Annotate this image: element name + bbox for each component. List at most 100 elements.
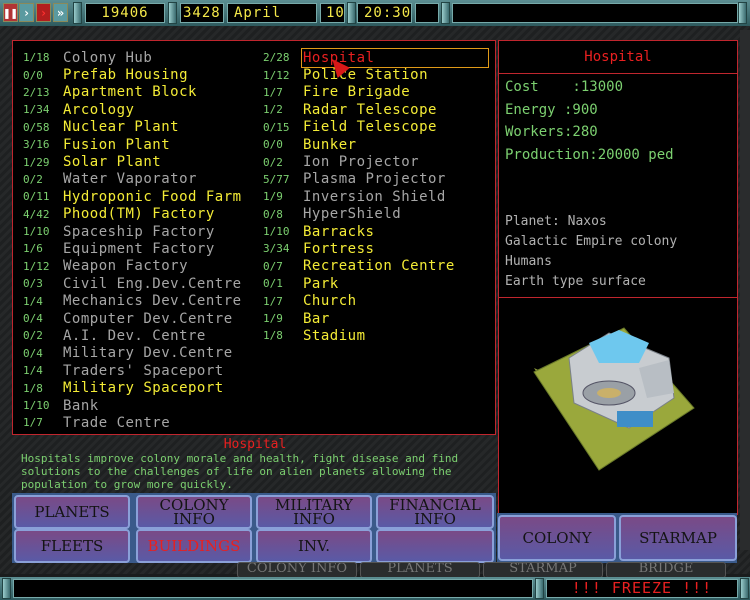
building-name[interactable]: Ion Projector xyxy=(303,154,419,170)
building-row[interactable]: 0/4 Computer Dev.Centre xyxy=(23,310,242,327)
building-name[interactable]: Water Vaporator xyxy=(63,171,197,187)
building-count: 3/16 xyxy=(23,138,50,152)
building-name[interactable]: Colony Hub xyxy=(63,50,152,66)
building-count: 0/58 xyxy=(23,120,50,134)
colony-button[interactable]: COLONY xyxy=(498,515,616,561)
building-row[interactable]: 0/2 Water Vaporator xyxy=(23,171,242,188)
building-row[interactable]: 0/2 A.I. Dev. Centre xyxy=(23,327,242,344)
building-row[interactable]: 5/77 Plasma Projector xyxy=(263,171,487,188)
building-name[interactable]: Nuclear Plant xyxy=(63,119,179,135)
building-row[interactable]: 0/8 HyperShield xyxy=(263,206,487,223)
colony-info-button[interactable]: COLONY INFO xyxy=(136,495,252,529)
building-name[interactable]: Fortress xyxy=(303,241,374,257)
building-name[interactable]: Apartment Block xyxy=(63,84,197,100)
play-slow-button[interactable]: › xyxy=(19,3,34,22)
inv-button[interactable]: INV. xyxy=(256,529,372,563)
building-name[interactable]: Solar Plant xyxy=(63,154,161,170)
building-row[interactable]: 1/10 Barracks xyxy=(263,223,487,240)
top-status-bar: ❚❚ › › » 19406 3428 April 10 20:30 xyxy=(0,0,750,26)
building-row[interactable]: 1/9 Inversion Shield xyxy=(263,188,487,205)
building-row[interactable]: 1/34 Arcology xyxy=(23,101,242,118)
building-name[interactable]: Military Dev.Centre xyxy=(63,345,233,361)
planets-button[interactable]: PLANETS xyxy=(14,495,130,529)
building-name[interactable]: Civil Eng.Dev.Centre xyxy=(63,276,242,292)
building-row[interactable]: 0/2 Ion Projector xyxy=(263,153,487,170)
under-colony-info-button[interactable]: COLONY INFO xyxy=(237,562,357,578)
buildings-button[interactable]: BUILDINGS xyxy=(136,529,252,563)
building-name[interactable]: Arcology xyxy=(63,102,134,118)
building-row[interactable]: 1/10 Spaceship Factory xyxy=(23,223,242,240)
building-row[interactable]: 1/9 Bar xyxy=(263,310,487,327)
building-name[interactable]: Equipment Factory xyxy=(63,241,215,257)
building-name[interactable]: A.I. Dev. Centre xyxy=(63,328,206,344)
building-name[interactable]: Barracks xyxy=(303,224,374,240)
building-name[interactable]: Hydroponic Food Farm xyxy=(63,189,242,205)
building-row[interactable]: 0/15 Field Telescope xyxy=(263,119,487,136)
building-row[interactable]: 1/12 Weapon Factory xyxy=(23,258,242,275)
building-row[interactable]: 3/34 Fortress xyxy=(263,240,487,257)
building-row[interactable]: 1/2 Radar Telescope xyxy=(263,101,487,118)
building-name[interactable]: Prefab Housing xyxy=(63,67,188,83)
starmap-button[interactable]: STARMAP xyxy=(619,515,737,561)
building-row[interactable]: 1/18 Colony Hub xyxy=(23,49,242,66)
building-name[interactable]: Fusion Plant xyxy=(63,137,170,153)
building-row[interactable]: 1/10 Bank xyxy=(23,397,242,414)
building-name[interactable]: HyperShield xyxy=(303,206,401,222)
building-name[interactable]: Computer Dev.Centre xyxy=(63,311,233,327)
building-name[interactable]: Police Station xyxy=(303,67,428,83)
building-row[interactable]: 1/4 Traders' Spaceport xyxy=(23,362,242,379)
building-name[interactable]: Recreation Centre xyxy=(303,258,455,274)
building-name[interactable]: Traders' Spaceport xyxy=(63,363,224,379)
building-name[interactable]: Military Spaceport xyxy=(63,380,224,396)
building-row[interactable]: 4/42 Phood(TM) Factory xyxy=(23,206,242,223)
building-name[interactable]: Plasma Projector xyxy=(303,171,446,187)
building-row[interactable]: 0/7 Recreation Centre xyxy=(263,258,487,275)
pause-button[interactable]: ❚❚ xyxy=(3,3,18,22)
building-row[interactable]: 1/8 Military Spaceport xyxy=(23,379,242,396)
building-row[interactable]: 0/1 Park xyxy=(263,275,487,292)
building-name[interactable]: Spaceship Factory xyxy=(63,224,215,240)
fleets-button[interactable]: FLEETS xyxy=(14,529,130,563)
building-row[interactable]: 1/7 Trade Centre xyxy=(23,414,242,431)
building-row[interactable]: 0/0 Bunker xyxy=(263,136,487,153)
building-row[interactable]: 0/11 Hydroponic Food Farm xyxy=(23,188,242,205)
building-row[interactable]: 1/8 Stadium xyxy=(263,327,487,344)
building-name[interactable]: Bunker xyxy=(303,137,357,153)
under-planets-button[interactable]: PLANETS xyxy=(360,562,480,578)
building-row[interactable]: 1/4 Mechanics Dev.Centre xyxy=(23,292,242,309)
building-row[interactable]: 2/13 Apartment Block xyxy=(23,84,242,101)
building-name[interactable]: Phood(TM) Factory xyxy=(63,206,215,222)
building-row[interactable]: 0/0 Prefab Housing xyxy=(23,66,242,83)
military-info-button[interactable]: MILITARY INFO xyxy=(256,495,372,529)
building-name[interactable]: Mechanics Dev.Centre xyxy=(63,293,242,309)
building-row[interactable]: 0/4 Military Dev.Centre xyxy=(23,345,242,362)
building-row[interactable]: 2/28 Hospital xyxy=(263,47,489,68)
building-name[interactable]: Weapon Factory xyxy=(63,258,188,274)
building-name[interactable]: Stadium xyxy=(303,328,366,344)
building-name[interactable]: Park xyxy=(303,276,339,292)
building-name[interactable]: Field Telescope xyxy=(303,119,437,135)
building-count: 1/12 xyxy=(263,68,290,82)
building-row[interactable]: 1/7 Fire Brigade xyxy=(263,84,487,101)
building-row[interactable]: 1/29 Solar Plant xyxy=(23,153,242,170)
play-normal-button[interactable]: › xyxy=(36,3,51,22)
financial-info-button[interactable]: FINANCIAL INFO xyxy=(376,495,494,529)
building-row[interactable]: 0/3 Civil Eng.Dev.Centre xyxy=(23,275,242,292)
building-row[interactable]: 1/12 Police Station xyxy=(263,66,487,83)
building-row[interactable]: 1/6 Equipment Factory xyxy=(23,240,242,257)
building-name[interactable]: Church xyxy=(303,293,357,309)
building-name[interactable]: Bar xyxy=(303,311,330,327)
building-name[interactable]: Inversion Shield xyxy=(303,189,446,205)
building-row[interactable]: 1/7 Church xyxy=(263,292,487,309)
building-row[interactable]: 3/16 Fusion Plant xyxy=(23,136,242,153)
building-name[interactable]: Fire Brigade xyxy=(303,84,410,100)
building-row[interactable]: 0/58 Nuclear Plant xyxy=(23,119,242,136)
play-fast-button[interactable]: » xyxy=(53,3,68,22)
building-name[interactable]: Bank xyxy=(63,398,99,414)
building-name[interactable]: Trade Centre xyxy=(63,415,170,431)
under-bridge-button[interactable]: BRIDGE xyxy=(606,562,726,578)
building-name[interactable]: Radar Telescope xyxy=(303,102,437,118)
under-starmap-button[interactable]: STARMAP xyxy=(483,562,603,578)
empty-button[interactable] xyxy=(376,529,494,563)
message-display xyxy=(452,3,738,23)
